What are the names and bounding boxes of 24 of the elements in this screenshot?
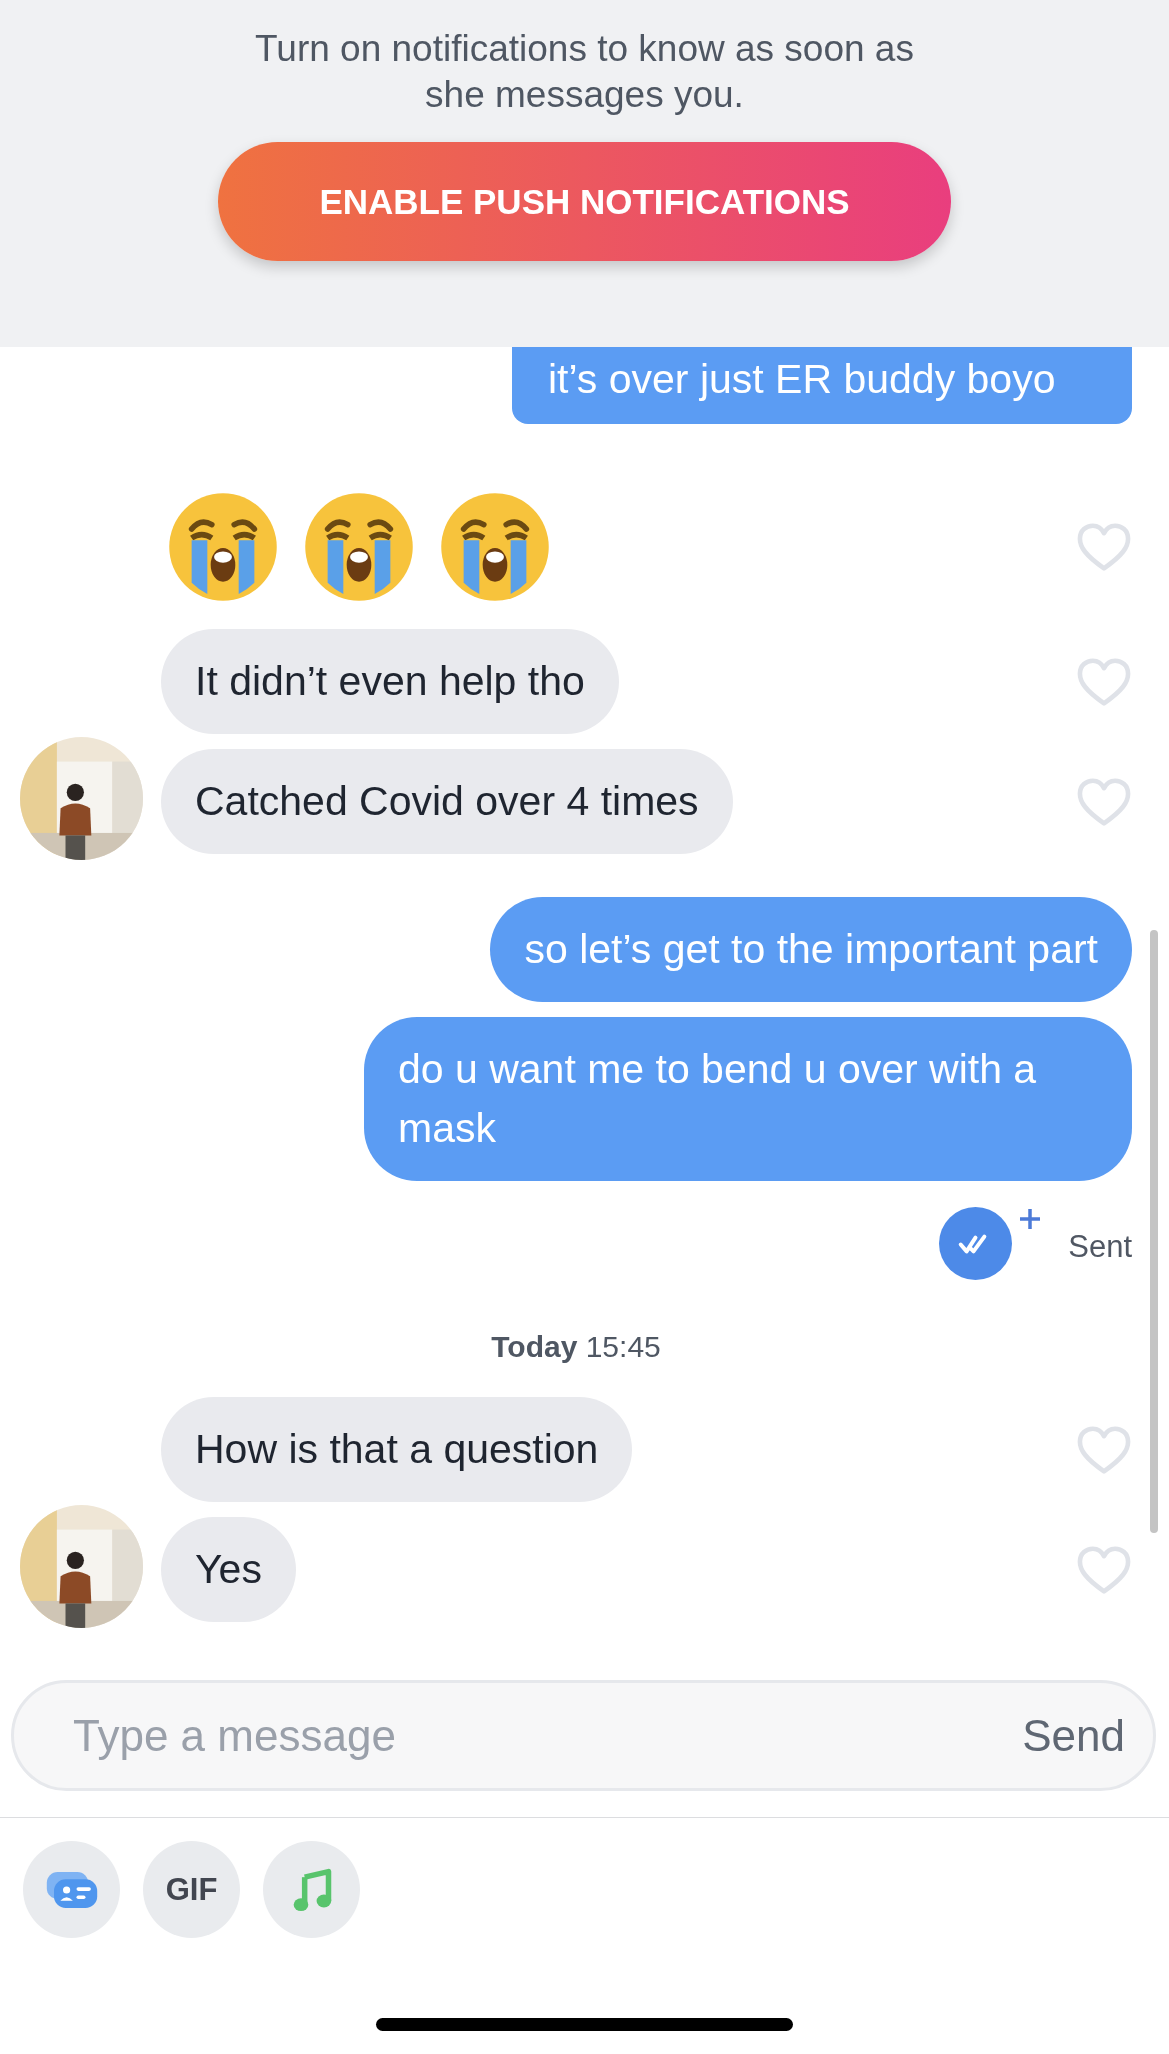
heart-icon[interactable]	[1076, 522, 1132, 572]
received-message: How is that a question	[161, 1397, 633, 1502]
sent-message: so let’s get to the important part	[490, 897, 1132, 1002]
heart-icon[interactable]	[1076, 656, 1132, 707]
double-check-icon	[939, 1207, 1013, 1280]
sent-message: it’s over just ER buddy boyo	[512, 347, 1132, 424]
heart-icon[interactable]	[1076, 776, 1132, 827]
heart-icon[interactable]	[1076, 1424, 1132, 1475]
received-message: It didn’t even help tho	[161, 629, 619, 734]
crying-face-icon	[167, 491, 279, 603]
heart-icon[interactable]	[1076, 1544, 1132, 1595]
gif-button[interactable]: GIF	[143, 1841, 240, 1938]
received-message: Catched Covid over 4 times	[161, 749, 733, 854]
enable-notifications-button[interactable]: ENABLE PUSH NOTIFICATIONS	[218, 142, 951, 261]
message-field[interactable]: Type a message Send	[11, 1680, 1156, 1791]
banner-text: Turn on notifications to know as soon as she messages you.	[254, 27, 915, 117]
sent-status: Sent	[1068, 1229, 1132, 1265]
crying-face-icon	[439, 491, 551, 603]
crying-face-icon	[303, 491, 415, 603]
received-message: Yes	[161, 1517, 296, 1622]
plus-icon	[1018, 1207, 1043, 1231]
send-button[interactable]: Send	[1022, 1710, 1125, 1761]
timestamp: Today 15:45	[491, 1330, 661, 1364]
sent-message: do u want me to bend u over with a mask	[364, 1017, 1132, 1181]
